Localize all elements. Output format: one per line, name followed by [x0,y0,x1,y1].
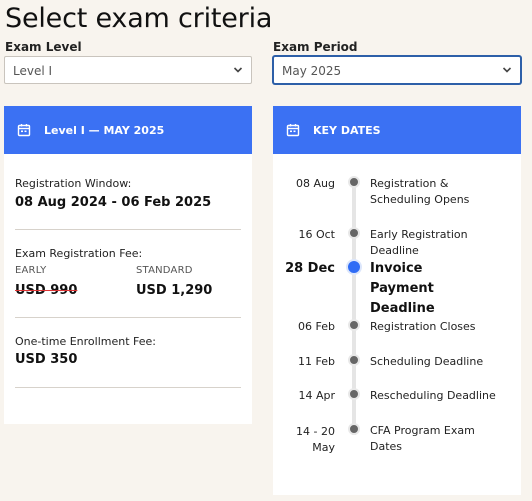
timeline-dot-active [346,259,362,275]
timeline-date: 11 Feb [298,355,335,368]
exam-level-value: Level I [13,64,53,78]
calendar-icon [17,124,31,137]
early-fee-label: EARLY [15,265,47,276]
exam-summary-title: Level I — MAY 2025 [44,123,165,137]
timeline-text: Invoice Payment Deadline [370,261,435,316]
key-dates-card: KEY DATES 08 Aug Registration & Scheduli… [273,106,521,495]
key-dates-title: KEY DATES [313,123,381,137]
exam-period-value: May 2025 [282,64,342,78]
key-dates-header: KEY DATES [273,106,521,154]
standard-fee-value: USD 1,290 [136,283,213,298]
standard-fee-label: STANDARD [136,265,193,276]
timeline-dot [348,319,360,331]
exam-summary-header: Level I — MAY 2025 [4,106,252,154]
chevron-down-icon [233,67,243,73]
timeline-dot [348,354,360,366]
exam-level-select[interactable]: Level I [4,56,252,84]
exam-period-label: Exam Period [273,40,358,54]
exam-level-label: Exam Level [5,40,82,54]
enrollment-fee-label: One-time Enrollment Fee: [15,335,156,348]
exam-period-select[interactable]: May 2025 [273,56,521,84]
divider [15,387,241,388]
timeline-date: 06 Feb [298,320,335,333]
calendar-icon [286,124,300,137]
timeline-date: 14 Apr [298,389,335,402]
enrollment-fee-value: USD 350 [15,352,78,367]
timeline-text: CFA Program Exam Dates [370,424,475,453]
registration-window-label: Registration Window: [15,177,132,190]
exam-summary-card: Level I — MAY 2025 Registration Window: … [4,106,252,424]
chevron-down-icon [502,67,512,73]
timeline-dot [348,388,360,400]
timeline-text: Registration Closes [370,320,476,333]
timeline-text: Rescheduling Deadline [370,389,496,402]
timeline-text: Registration & Scheduling Opens [370,177,470,206]
timeline-text: Scheduling Deadline [370,355,484,368]
timeline-date: 16 Oct [298,228,335,241]
divider [15,317,241,318]
timeline-text: Early Registration Deadline [370,228,468,257]
timeline-date: 08 Aug [296,177,335,190]
divider [15,229,241,230]
timeline-dot [348,227,360,239]
early-fee-value: USD 990 [15,283,78,298]
timeline-date: 14 - 20 May [296,425,335,454]
registration-window-value: 08 Aug 2024 - 06 Feb 2025 [15,195,212,210]
timeline-dot [348,176,360,188]
timeline-dot [348,423,360,435]
page-title: Select exam criteria [5,3,273,34]
timeline-date: 28 Dec [285,261,335,276]
exam-fee-label: Exam Registration Fee: [15,247,143,260]
